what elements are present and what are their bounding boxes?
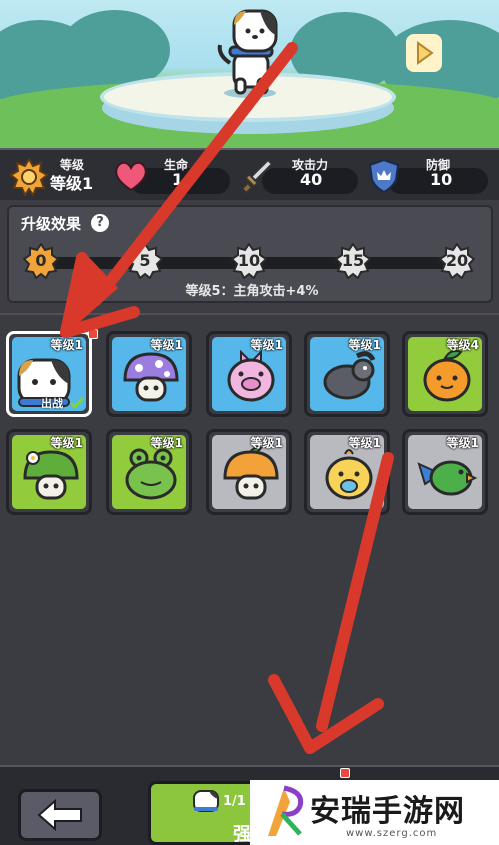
watermark-url: www.szerg.com — [346, 828, 438, 839]
pet-card-parrot[interactable]: 等级1 — [402, 429, 488, 515]
pet-level: 等级1 — [50, 436, 83, 450]
stats-bar: 等级 等级1 生命 1 攻击力 40 防御 10 — [0, 148, 499, 200]
beetle-icon — [323, 351, 376, 400]
pet-card-orange[interactable]: 等级4 — [402, 331, 488, 417]
pet-card-mushroom[interactable]: 等级1 — [106, 331, 192, 417]
milestone-number: 0 — [35, 251, 47, 270]
pet-level: 等级1 — [150, 436, 183, 450]
defense-stat: 防御 10 — [368, 156, 492, 196]
pet-card-beetle[interactable]: 等级1 — [304, 331, 390, 417]
pink-pig-icon — [227, 349, 275, 402]
dog-mini-icon — [193, 790, 219, 812]
sun-badge-icon — [10, 158, 48, 196]
level-stat: 等级 等级1 — [10, 156, 110, 196]
help-icon[interactable]: ? — [91, 214, 109, 232]
upgrade-effect-text: 等级5：主角攻击+4% — [185, 284, 319, 299]
defense-value: 10 — [430, 170, 453, 189]
milestone-badge: 15 — [335, 243, 371, 279]
milestone-badge: 0 — [23, 243, 59, 279]
enhance-count: 1/1 — [223, 794, 246, 809]
check-icon — [69, 397, 85, 410]
pet-level: 等级1 — [348, 338, 381, 352]
pet-card-pig[interactable]: 等级1 — [206, 331, 292, 417]
shield-icon — [368, 158, 400, 194]
milestone-number: 15 — [341, 251, 365, 270]
notification-dot — [340, 768, 350, 778]
pet-level: 等级1 — [348, 436, 381, 450]
enhance-label: 强 — [233, 824, 251, 845]
orange-icon — [423, 349, 471, 402]
frog-icon — [125, 448, 177, 500]
pet-level: 等级1 — [250, 338, 283, 352]
orange-mushroom-icon — [223, 446, 279, 500]
pet-level: 等级1 — [250, 436, 283, 450]
pet-collection: 等级1 出战 等级1 等级1 等级1 等级4 等级1 等级1 等级1 等级1 等… — [0, 313, 499, 765]
attack-stat: 攻击力 40 — [242, 156, 360, 196]
site-logo-icon — [268, 785, 304, 836]
milestone-badge: 10 — [231, 243, 267, 279]
milestone-badge: 5 — [127, 243, 163, 279]
back-button[interactable] — [18, 789, 102, 841]
pet-card-frog[interactable]: 等级1 — [106, 429, 192, 515]
parrot-icon — [417, 460, 478, 496]
enhance-button[interactable]: 1/1 强 — [148, 781, 252, 845]
milestone-badge: 20 — [439, 243, 475, 279]
attack-value: 40 — [300, 170, 323, 189]
notification-dot — [88, 329, 98, 339]
pet-card-chick[interactable]: 等级1 — [304, 429, 390, 515]
milestone-number: 5 — [139, 251, 151, 270]
pet-card-orange-mushroom[interactable]: 等级1 — [206, 429, 292, 515]
hp-value: 1 — [172, 170, 184, 189]
pet-level: 等级1 — [50, 338, 83, 352]
sword-icon — [242, 158, 274, 194]
hero-scene — [0, 0, 499, 148]
watermark: 安瑞手游网 www.szerg.com — [250, 780, 499, 845]
pet-level: 等级4 — [446, 338, 479, 352]
arrow-left-icon — [37, 799, 82, 831]
next-pet-button[interactable] — [406, 34, 442, 72]
heart-icon — [115, 161, 147, 192]
watermark-title: 安瑞手游网 — [310, 794, 465, 829]
purple-mushroom-icon — [123, 352, 179, 402]
hp-stat: 生命 1 — [114, 156, 230, 196]
level-value: 等级1 — [50, 174, 94, 193]
hero-dog-icon — [217, 9, 278, 98]
upgrade-title: 升级效果 — [21, 215, 82, 233]
upgrade-effect-panel: 升级效果 ? 0 5 10 15 20 等级5：主角攻击+4% — [7, 205, 493, 303]
milestone-number: 20 — [445, 251, 469, 270]
play-arrow-icon — [417, 41, 434, 65]
pet-level: 等级1 — [446, 436, 479, 450]
green-sprout-icon — [23, 450, 79, 500]
milestone-number: 10 — [237, 251, 261, 270]
chick-icon — [325, 449, 373, 500]
pet-card-sprout[interactable]: 等级1 — [6, 429, 92, 515]
pet-level: 等级1 — [150, 338, 183, 352]
pet-card-dog[interactable]: 等级1 出战 — [6, 331, 92, 417]
